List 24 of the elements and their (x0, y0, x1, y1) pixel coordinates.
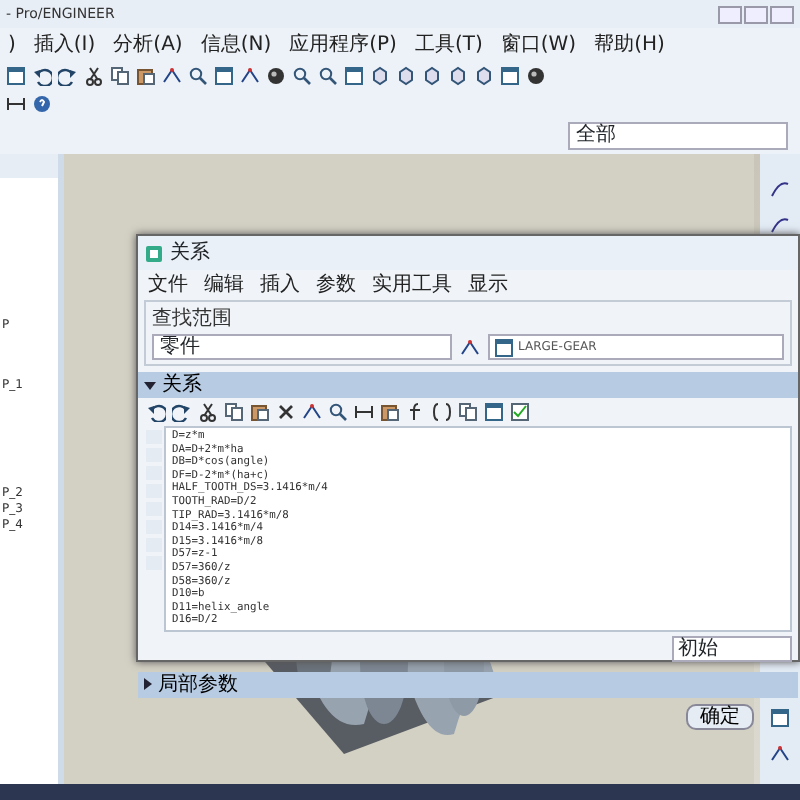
dialog-title: 关系 (170, 239, 210, 268)
menu-item[interactable]: 窗口(W) (500, 30, 577, 60)
menu-item[interactable]: 信息(N) (200, 30, 272, 60)
menu-item[interactable]: ) (8, 30, 16, 60)
menu-item[interactable]: 编辑 (204, 270, 244, 300)
menu-item[interactable]: 显示 (468, 270, 508, 300)
section-header[interactable]: 局部参数 (138, 671, 798, 698)
section-header[interactable]: 关系 (138, 372, 798, 398)
menu-item[interactable]: 分析(A) (113, 30, 183, 60)
section-label: 局部参数 (158, 671, 238, 700)
section-label: 关系 (162, 371, 202, 400)
look-in-dropdown[interactable]: 零件 (152, 334, 452, 360)
menu-item[interactable]: 插入(I) (33, 30, 96, 60)
menu-item[interactable]: 文件 (148, 270, 188, 300)
menu-item[interactable]: 参数 (316, 270, 356, 300)
menu-item[interactable]: 帮助(H) (594, 30, 665, 60)
sort-dropdown[interactable]: 初始 (672, 635, 792, 662)
menu-item[interactable]: 应用程序(P) (289, 30, 397, 60)
menu-item[interactable]: 插入 (260, 270, 300, 300)
group-label: 查找范围 (152, 305, 234, 334)
menu-item[interactable]: 实用工具 (372, 270, 452, 300)
ok-button[interactable]: 确定 (686, 703, 754, 730)
menu-item[interactable]: 工具(T) (414, 30, 483, 60)
filter-dropdown[interactable]: 全部 (568, 122, 788, 150)
